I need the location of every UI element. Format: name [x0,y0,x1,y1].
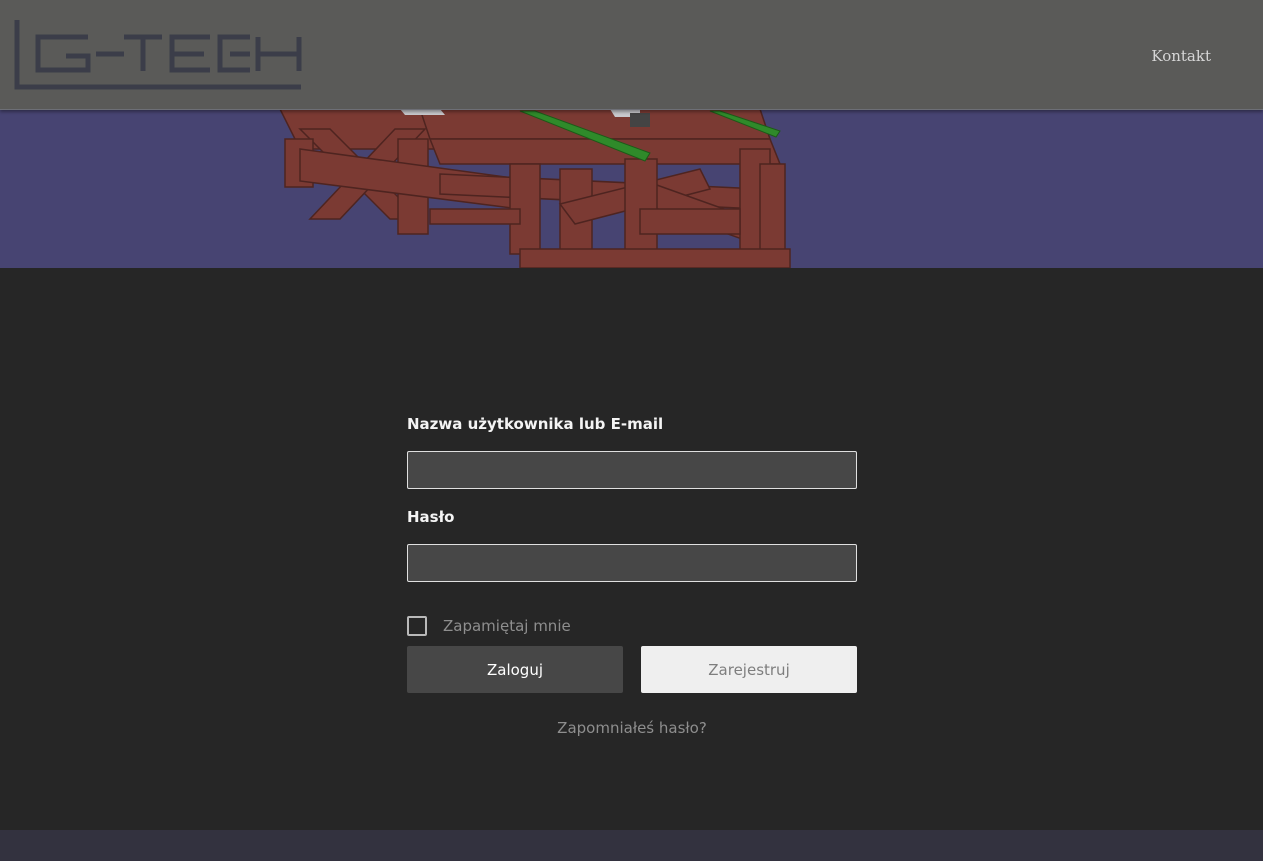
nav-contact-link[interactable]: Kontakt [1151,47,1211,65]
forgot-password-link[interactable]: Zapomniałeś hasło? [407,719,857,737]
password-input[interactable] [407,544,857,582]
g-tech-logo[interactable] [14,18,304,90]
hero-banner [0,109,1263,268]
remember-me[interactable]: Zapamiętaj mnie [407,616,571,636]
password-label: Hasło [407,508,455,526]
site-header: Kontakt [0,0,1263,110]
checkbox-unchecked-icon[interactable] [407,616,427,636]
register-button[interactable]: Zarejestruj [641,646,857,693]
site-footer [0,830,1263,861]
username-label: Nazwa użytkownika lub E-mail [407,415,664,433]
login-button[interactable]: Zaloguj [407,646,623,693]
remember-me-label[interactable]: Zapamiętaj mnie [443,617,571,635]
steel-frame-render [279,109,791,268]
username-input[interactable] [407,451,857,489]
